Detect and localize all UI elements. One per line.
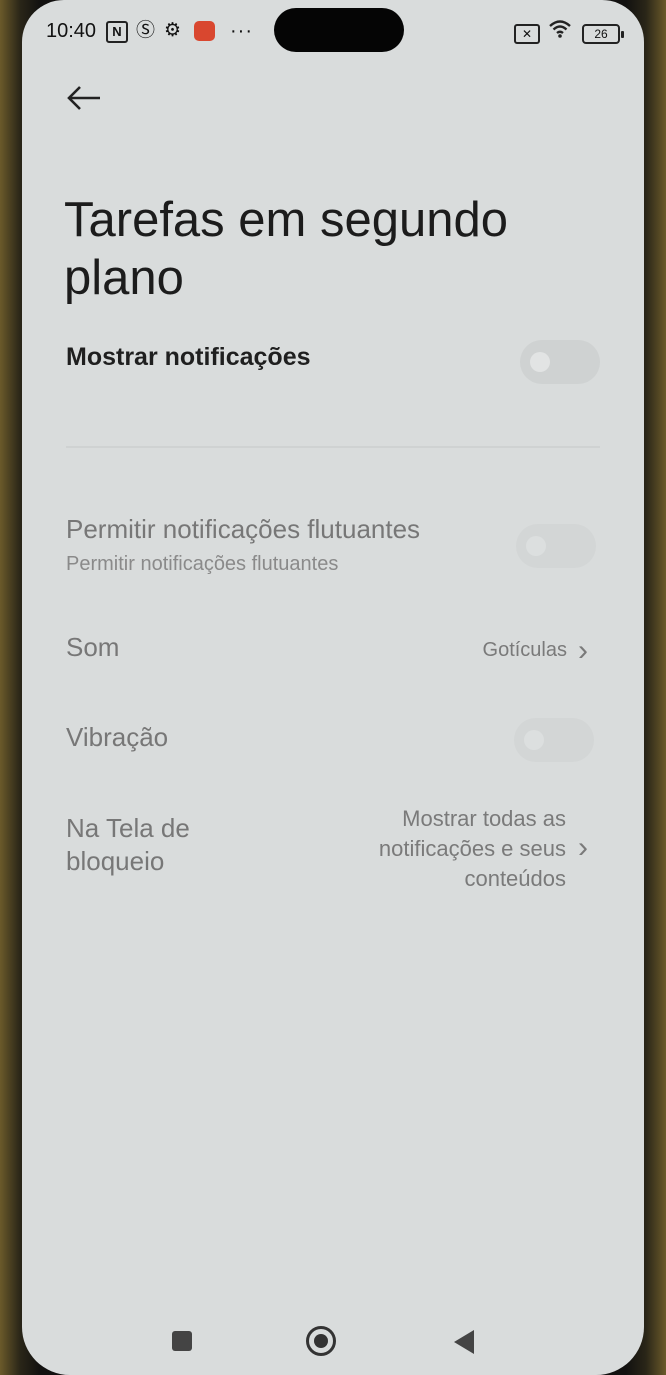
toggle-knob <box>526 536 546 556</box>
chevron-right-icon[interactable]: › <box>578 636 588 666</box>
page-title: Tarefas em segundo plano <box>64 192 508 305</box>
app-notification-icon <box>194 21 215 41</box>
gear-icon: ⚙ <box>164 20 182 41</box>
toggle-knob <box>524 730 544 750</box>
sound-label[interactable]: Som <box>66 632 119 663</box>
battery-icon: 26 <box>582 24 624 44</box>
floating-notifications-toggle[interactable] <box>516 524 596 568</box>
section-divider <box>66 446 600 448</box>
back-arrow-icon[interactable] <box>66 78 106 118</box>
chevron-right-icon[interactable]: › <box>578 833 588 863</box>
wifi-icon <box>548 19 572 42</box>
toggle-knob <box>530 352 550 372</box>
more-notifications-icon: ··· <box>230 20 253 42</box>
back-triangle-icon[interactable] <box>454 1330 474 1354</box>
nfc-icon: N <box>106 21 128 43</box>
show-notifications-toggle[interactable] <box>520 340 600 384</box>
lock-screen-label[interactable]: Na Tela de bloqueio <box>66 812 266 878</box>
show-notifications-label: Mostrar notificações <box>66 343 311 371</box>
vibration-label: Vibração <box>66 722 169 752</box>
home-icon[interactable] <box>306 1326 336 1356</box>
sync-icon: Ⓢ <box>136 20 156 41</box>
floating-notifications-sublabel: Permitir notificações flutuantes <box>66 553 339 575</box>
floating-notifications-label: Permitir notificações flutuantes <box>66 514 421 544</box>
navigation-bar <box>22 1318 644 1368</box>
sound-value[interactable]: Gotículas <box>402 639 567 662</box>
vibration-toggle[interactable] <box>514 718 594 762</box>
camera-cutout <box>274 8 404 52</box>
no-sim-icon: ✕ <box>514 24 540 44</box>
recent-apps-icon[interactable] <box>172 1331 192 1351</box>
status-time: 10:40 <box>46 20 97 42</box>
phone-screen: 10:40 N Ⓢ ⚙ ··· ✕ 26 Tarefas em segundo … <box>22 0 644 1375</box>
lock-screen-value[interactable]: Mostrar todas as notificações e seus con… <box>322 804 566 894</box>
